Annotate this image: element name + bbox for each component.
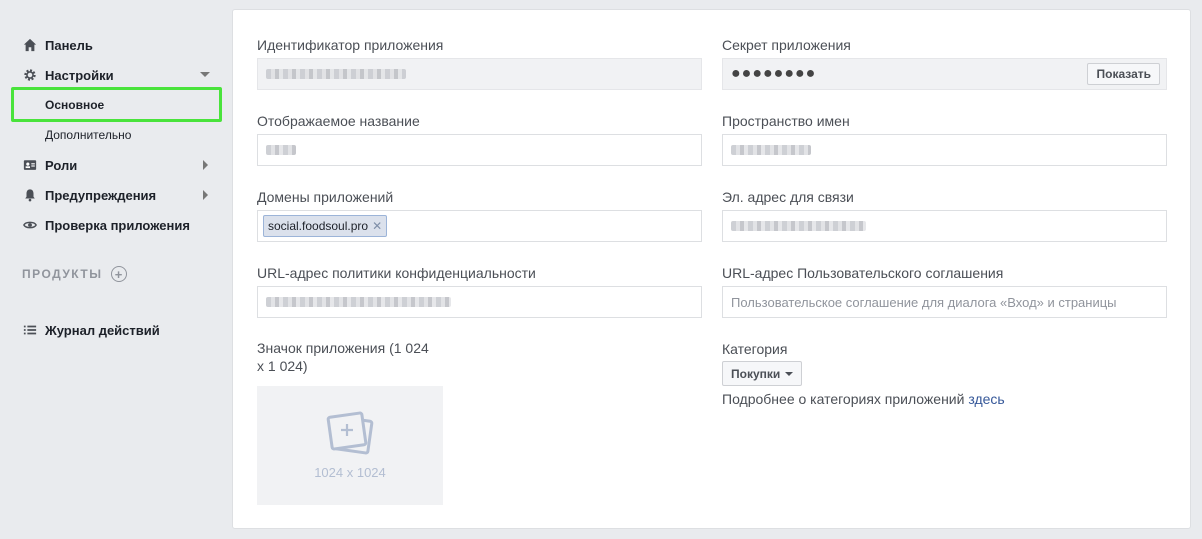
sidebar-item-label: Роли	[45, 157, 78, 173]
privacy-url-field[interactable]	[257, 286, 702, 318]
redacted-value	[266, 69, 406, 79]
namespace-field[interactable]	[722, 134, 1167, 166]
app-secret-value: ●●●●●●●●	[731, 65, 817, 82]
app-domains-label: Домены приложений	[257, 189, 394, 205]
products-section: ПРОДУКТЫ +	[22, 266, 127, 282]
sidebar-item-activity-log[interactable]: Журнал действий	[22, 320, 160, 340]
gear-icon	[22, 67, 38, 83]
sidebar-item-label: Настройки	[45, 67, 114, 83]
sidebar-item-advanced[interactable]: Дополнительно	[45, 125, 131, 145]
app-icon-label-line2: x 1 024)	[257, 358, 308, 374]
app-secret-label: Секрет приложения	[722, 37, 851, 53]
app-icon-label-line1: Значок приложения (1 024	[257, 340, 429, 356]
sidebar-item-app-review[interactable]: Проверка приложения	[22, 215, 190, 235]
remove-tag-icon[interactable]: ✕	[372, 219, 382, 233]
list-icon	[22, 322, 38, 338]
display-name-field[interactable]	[257, 134, 702, 166]
chevron-right-icon[interactable]	[203, 160, 208, 170]
sidebar-item-label: Панель	[45, 37, 93, 53]
tos-url-placeholder: Пользовательское соглашение для диалога …	[731, 294, 1117, 310]
image-placeholder-icon	[326, 411, 374, 455]
contact-email-label: Эл. адрес для связи	[722, 189, 854, 205]
privacy-url-label: URL-адрес политики конфиденциальности	[257, 265, 536, 281]
add-product-icon[interactable]: +	[110, 266, 127, 282]
sidebar-item-alerts[interactable]: Предупреждения	[22, 185, 156, 205]
redacted-value	[266, 145, 296, 155]
show-secret-button[interactable]: Показать	[1087, 63, 1160, 85]
tos-url-field[interactable]: Пользовательское соглашение для диалога …	[722, 286, 1167, 318]
chevron-down-icon[interactable]	[200, 72, 210, 77]
id-card-icon	[22, 157, 38, 173]
category-label: Категория	[722, 341, 788, 357]
category-info-link[interactable]: здесь	[968, 391, 1004, 407]
sidebar-item-label: Проверка приложения	[45, 217, 190, 233]
tos-url-label: URL-адрес Пользовательского соглашения	[722, 265, 1004, 281]
chevron-right-icon[interactable]	[203, 190, 208, 200]
bell-icon	[22, 187, 38, 203]
app-id-field[interactable]	[257, 58, 702, 90]
caret-down-icon	[785, 371, 794, 376]
settings-card: Идентификатор приложения Секрет приложен…	[232, 9, 1191, 529]
redacted-value	[266, 297, 451, 307]
sidebar-item-label: Журнал действий	[45, 322, 160, 338]
redacted-value	[731, 145, 811, 155]
sidebar-item-label: Предупреждения	[45, 187, 157, 203]
category-value: Покупки	[731, 366, 781, 381]
app-icon-upload[interactable]: 1024 x 1024	[257, 386, 443, 505]
sidebar-item-dashboard[interactable]: Панель	[22, 35, 93, 55]
display-name-label: Отображаемое название	[257, 113, 420, 129]
sidebar-item-basic[interactable]: Основное	[45, 95, 104, 115]
contact-email-field[interactable]	[722, 210, 1167, 242]
app-id-label: Идентификатор приложения	[257, 37, 444, 53]
sidebar-item-roles[interactable]: Роли	[22, 155, 77, 175]
app-secret-field[interactable]: ●●●●●●●● Показать	[722, 58, 1167, 90]
category-info-text: Подробнее о категориях приложений	[722, 391, 965, 407]
domain-tag-label: social.foodsoul.pro	[268, 219, 369, 233]
active-item-highlight	[11, 87, 222, 122]
home-icon	[22, 37, 38, 53]
redacted-value	[731, 221, 866, 231]
eye-icon	[22, 217, 38, 233]
app-icon-label: Значок приложения (1 024 x 1 024)	[257, 339, 429, 375]
category-info: Подробнее о категориях приложений здесь	[722, 391, 1005, 407]
products-label: ПРОДУКТЫ	[22, 267, 103, 281]
category-dropdown[interactable]: Покупки	[722, 361, 803, 386]
sidebar-item-settings[interactable]: Настройки	[22, 65, 114, 85]
sidebar: Панель Настройки Основное Дополнительно …	[0, 0, 232, 539]
app-icon-dimensions: 1024 x 1024	[314, 465, 386, 480]
app-domains-field[interactable]: social.foodsoul.pro ✕	[257, 210, 702, 242]
domain-tag: social.foodsoul.pro ✕	[263, 215, 388, 237]
namespace-label: Пространство имен	[722, 113, 850, 129]
